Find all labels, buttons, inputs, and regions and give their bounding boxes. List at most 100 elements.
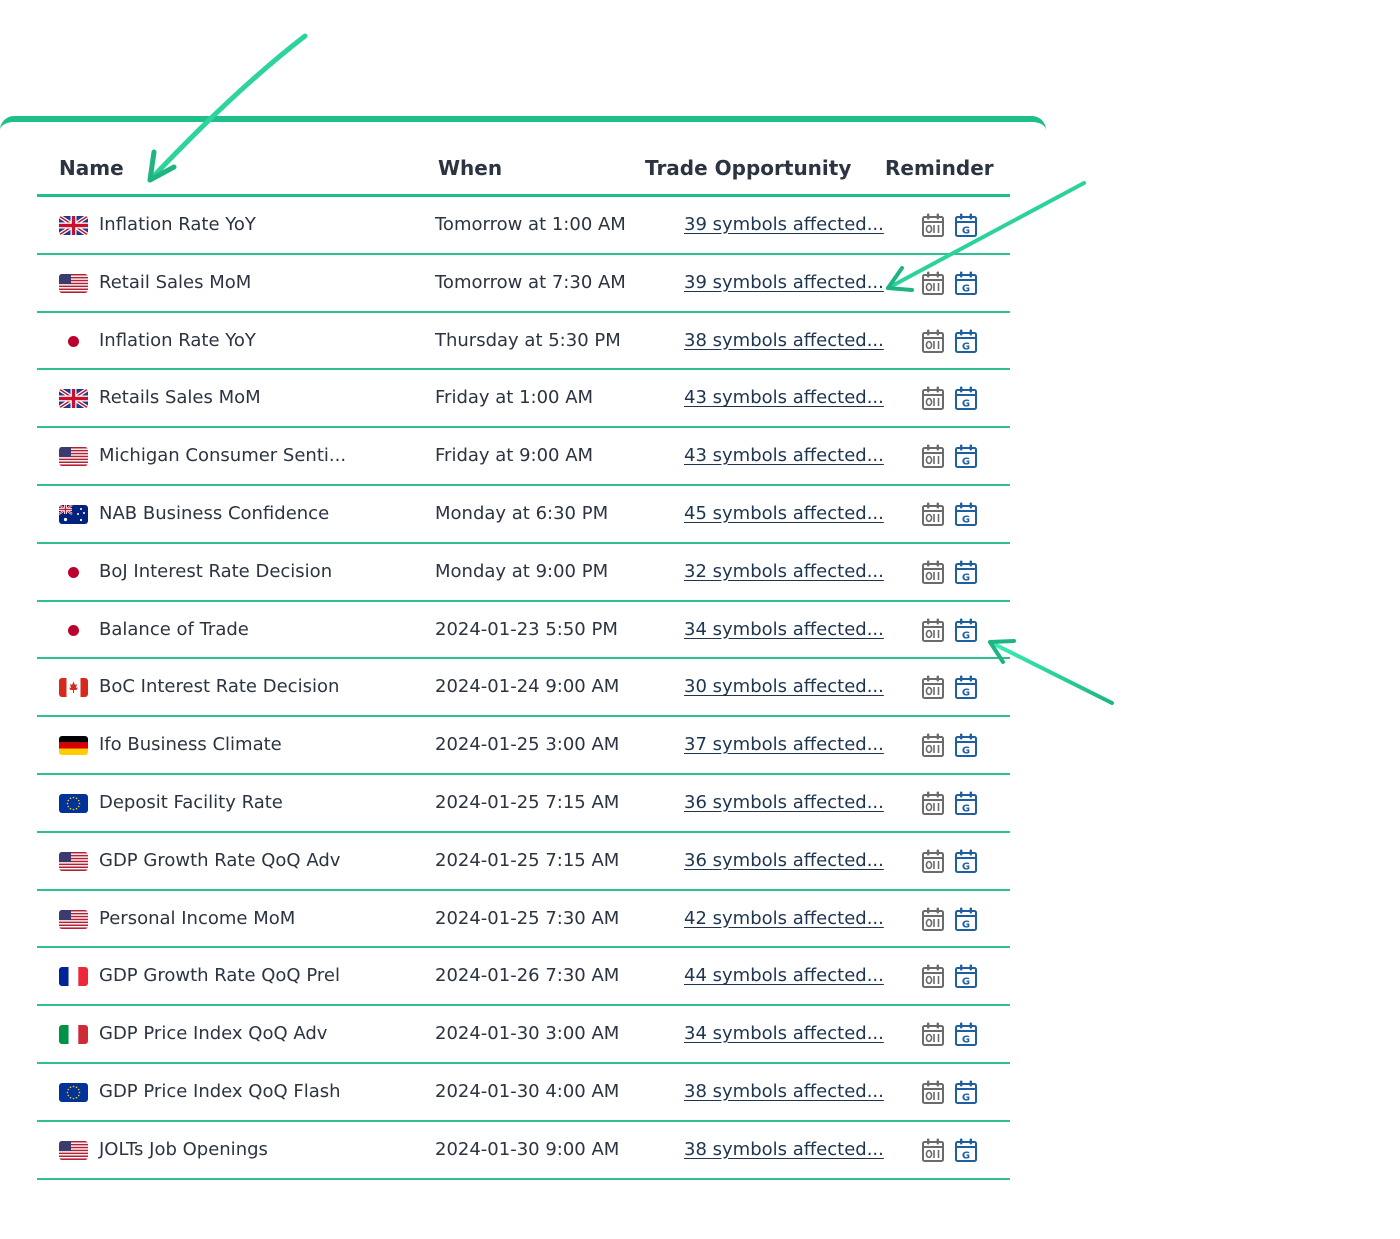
outlook-calendar-icon[interactable] [921, 385, 945, 411]
outlook-calendar-icon[interactable] [921, 559, 945, 585]
google-calendar-icon[interactable]: G [954, 963, 978, 989]
event-name: Inflation Rate YoY [99, 329, 256, 351]
symbols-affected-link[interactable]: 37 symbols affected... [684, 734, 884, 755]
table-row: Retail Sales MoM Tomorrow at 7:30 AM 39 sy… [37, 255, 1010, 313]
event-time: Friday at 1:00 AM [435, 387, 594, 409]
google-calendar-icon[interactable]: G [954, 559, 978, 585]
symbols-affected-link[interactable]: 39 symbols affected... [684, 214, 884, 235]
table-row: NAB Business Confidence Monday at 6:30 PM… [37, 486, 1010, 544]
google-calendar-icon[interactable]: G [954, 617, 978, 643]
event-time: 2024-01-25 7:30 AM [435, 907, 620, 929]
symbols-affected-link[interactable]: 38 symbols affected... [684, 1139, 884, 1160]
svg-text:G: G [962, 977, 970, 988]
svg-text:G: G [962, 861, 970, 872]
outlook-calendar-icon[interactable] [921, 328, 945, 354]
event-time: 2024-01-30 4:00 AM [435, 1080, 620, 1102]
symbols-affected-link[interactable]: 44 symbols affected... [684, 965, 884, 986]
us-flag-icon [59, 909, 88, 929]
outlook-calendar-icon[interactable] [921, 848, 945, 874]
table-row: Balance of Trade 2024-01-23 5:50 PM 34 sym… [37, 602, 1010, 660]
google-calendar-icon[interactable]: G [954, 328, 978, 354]
svg-text:G: G [962, 919, 970, 930]
event-time: Monday at 9:00 PM [435, 560, 609, 582]
google-calendar-icon[interactable]: G [954, 501, 978, 527]
us-flag-icon [59, 851, 88, 871]
us-flag-icon [59, 1140, 88, 1160]
google-calendar-icon[interactable]: G [954, 732, 978, 758]
event-name: Michigan Consumer Senti... [99, 445, 347, 467]
jp-flag-icon [59, 331, 88, 351]
outlook-calendar-icon[interactable] [921, 443, 945, 469]
header-trade-opportunity[interactable]: Trade Opportunity [645, 156, 851, 180]
table-row: GDP Growth Rate QoQ Adv 2024-01-25 7:15 A… [37, 833, 1010, 891]
google-calendar-icon[interactable]: G [954, 443, 978, 469]
table-row: GDP Price Index QoQ Flash 2024-01-30 4:00… [37, 1064, 1010, 1122]
event-name: GDP Price Index QoQ Adv [99, 1023, 328, 1045]
symbols-affected-link[interactable]: 38 symbols affected... [684, 330, 884, 351]
eu-flag-icon [59, 1082, 88, 1102]
google-calendar-icon[interactable]: G [954, 212, 978, 238]
svg-text:G: G [962, 572, 970, 583]
outlook-calendar-icon[interactable] [921, 732, 945, 758]
google-calendar-icon[interactable]: G [954, 385, 978, 411]
svg-text:G: G [962, 341, 970, 352]
table-row: Ifo Business Climate 2024-01-25 3:00 AM 37… [37, 717, 1010, 775]
svg-text:G: G [962, 746, 970, 757]
google-calendar-icon[interactable]: G [954, 674, 978, 700]
symbols-affected-link[interactable]: 42 symbols affected... [684, 908, 884, 929]
event-name: BoC Interest Rate Decision [99, 676, 340, 698]
event-name: Retails Sales MoM [99, 387, 261, 409]
symbols-affected-link[interactable]: 36 symbols affected... [684, 792, 884, 813]
outlook-calendar-icon[interactable] [921, 790, 945, 816]
google-calendar-icon[interactable]: G [954, 848, 978, 874]
event-time: 2024-01-30 9:00 AM [435, 1138, 620, 1160]
google-calendar-icon[interactable]: G [954, 1137, 978, 1163]
table-row: Deposit Facility Rate 2024-01-25 7:15 AM 3… [37, 775, 1010, 833]
au-flag-icon [59, 504, 88, 524]
table-row: GDP Price Index QoQ Adv 2024-01-30 3:00 A… [37, 1006, 1010, 1064]
symbols-affected-link[interactable]: 43 symbols affected... [684, 387, 884, 408]
outlook-calendar-icon[interactable] [921, 212, 945, 238]
event-time: Friday at 9:00 AM [435, 445, 594, 467]
de-flag-icon [59, 736, 88, 756]
svg-text:G: G [962, 630, 970, 641]
event-time: 2024-01-25 3:00 AM [435, 734, 620, 756]
google-calendar-icon[interactable]: G [954, 1021, 978, 1047]
symbols-affected-link[interactable]: 34 symbols affected... [684, 1023, 884, 1044]
event-time: 2024-01-26 7:30 AM [435, 965, 620, 987]
google-calendar-icon[interactable]: G [954, 270, 978, 296]
outlook-calendar-icon[interactable] [921, 617, 945, 643]
event-time: Monday at 6:30 PM [435, 502, 609, 524]
symbols-affected-link[interactable]: 39 symbols affected... [684, 272, 884, 293]
outlook-calendar-icon[interactable] [921, 270, 945, 296]
events-table-body: Inflation Rate YoY Tomorrow at 1:00 AM 39 … [37, 197, 1010, 1180]
outlook-calendar-icon[interactable] [921, 674, 945, 700]
google-calendar-icon[interactable]: G [954, 906, 978, 932]
event-name: GDP Growth Rate QoQ Adv [99, 849, 341, 871]
symbols-affected-link[interactable]: 38 symbols affected... [684, 1081, 884, 1102]
symbols-affected-link[interactable]: 45 symbols affected... [684, 503, 884, 524]
outlook-calendar-icon[interactable] [921, 906, 945, 932]
outlook-calendar-icon[interactable] [921, 1137, 945, 1163]
table-row: Personal Income MoM 2024-01-25 7:30 AM 42 … [37, 891, 1010, 949]
svg-text:G: G [962, 226, 970, 237]
outlook-calendar-icon[interactable] [921, 501, 945, 527]
outlook-calendar-icon[interactable] [921, 1021, 945, 1047]
symbols-affected-link[interactable]: 34 symbols affected... [684, 619, 884, 640]
us-flag-icon [59, 273, 88, 293]
symbols-affected-link[interactable]: 43 symbols affected... [684, 445, 884, 466]
header-reminder: Reminder [885, 156, 994, 180]
table-row: BoJ Interest Rate Decision Monday at 9:00… [37, 544, 1010, 602]
outlook-calendar-icon[interactable] [921, 963, 945, 989]
google-calendar-icon[interactable]: G [954, 1079, 978, 1105]
google-calendar-icon[interactable]: G [954, 790, 978, 816]
jp-flag-icon [59, 562, 88, 582]
outlook-calendar-icon[interactable] [921, 1079, 945, 1105]
event-name: GDP Price Index QoQ Flash [99, 1080, 341, 1102]
symbols-affected-link[interactable]: 32 symbols affected... [684, 561, 884, 582]
header-name[interactable]: Name [59, 156, 124, 180]
symbols-affected-link[interactable]: 36 symbols affected... [684, 850, 884, 871]
header-when[interactable]: When [438, 156, 502, 180]
svg-text:G: G [962, 803, 970, 814]
symbols-affected-link[interactable]: 30 symbols affected... [684, 676, 884, 697]
